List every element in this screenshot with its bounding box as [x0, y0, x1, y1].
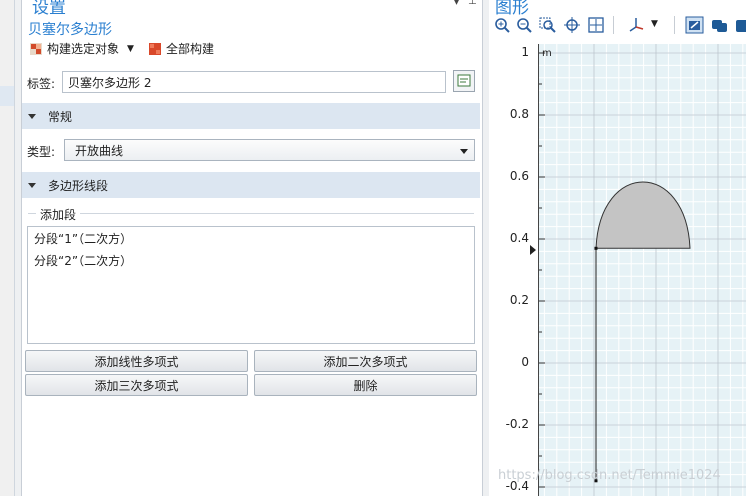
- selection-mode-icon[interactable]: [685, 15, 705, 35]
- watermark: https://blog.csdn.net/Temmie1024: [498, 468, 721, 483]
- chevron-down-icon[interactable]: ▼: [127, 44, 134, 54]
- note-icon: [457, 74, 471, 87]
- tree-selection[interactable]: [0, 86, 14, 106]
- add-quadratic-button[interactable]: 添加二次多项式: [254, 350, 477, 372]
- label-input[interactable]: [62, 71, 446, 93]
- zoom-out-icon[interactable]: [515, 15, 533, 35]
- add-cubic-button[interactable]: 添加三次多项式: [25, 374, 248, 396]
- panel-splitter[interactable]: [482, 0, 489, 496]
- chevron-down-icon[interactable]: ▼: [651, 19, 658, 29]
- build-selected-icon: [30, 42, 42, 55]
- segments-section-title: 多边形线段: [48, 178, 109, 193]
- build-all-label: 全部构建: [166, 42, 215, 56]
- bezier-dome-shape[interactable]: [595, 181, 691, 249]
- zoom-selected-icon[interactable]: [563, 15, 581, 35]
- add-segment-legend: 添加段: [36, 206, 81, 223]
- segments-section-header[interactable]: 多边形线段: [22, 172, 480, 198]
- node-type-title: 贝塞尔多边形: [28, 22, 112, 38]
- general-section-header[interactable]: 常规: [22, 103, 480, 129]
- collapse-triangle-icon: [28, 182, 36, 188]
- y-tick-label: 0.8: [509, 107, 529, 121]
- type-select[interactable]: 开放曲线: [64, 139, 475, 161]
- zoom-box-icon[interactable]: [539, 15, 557, 35]
- zoom-in-icon[interactable]: [493, 15, 511, 35]
- collapse-triangle-icon: [28, 113, 36, 119]
- build-all-icon: [149, 42, 161, 55]
- settings-panel: 设置 ▾ ⊥ 贝塞尔多边形 构建选定对象 ▼ 全部构建 标签: 常规 类型: 开…: [22, 0, 482, 496]
- pin-icon[interactable]: ⊥: [468, 0, 477, 7]
- add-linear-button[interactable]: 添加线性多项式: [25, 350, 248, 372]
- vertex-point[interactable]: [594, 246, 598, 250]
- boundary-select-icon[interactable]: [734, 15, 746, 35]
- toolbar-divider: [613, 16, 614, 34]
- type-select-value: 开放曲线: [75, 143, 124, 158]
- model-tree-strip: [0, 0, 15, 496]
- y-tick-label: -0.2: [505, 417, 529, 431]
- zoom-extents-icon[interactable]: [587, 15, 605, 35]
- domain-select-icon[interactable]: [710, 15, 730, 35]
- y-tick-label: 0: [521, 355, 529, 369]
- y-tick-label: 0.4: [509, 231, 529, 245]
- list-item[interactable]: 分段“2”（二次方）: [28, 251, 474, 271]
- graphics-panel: 图形 ▼ 1 0.8 0.6 0.4 0.2 0 -0.2 -0.4 m: [489, 0, 746, 496]
- axis-view-icon[interactable]: [627, 15, 645, 35]
- build-selected-button[interactable]: 构建选定对象 ▼: [30, 40, 134, 57]
- dropdown-arrow-icon: [460, 149, 468, 154]
- unit-label: m: [542, 48, 552, 59]
- axis-origin-marker: [530, 245, 536, 255]
- type-caption: 类型:: [27, 145, 56, 159]
- group-divider: [28, 213, 474, 214]
- list-item[interactable]: 分段“1”（二次方）: [28, 229, 474, 249]
- y-tick-label: 1: [521, 45, 529, 59]
- build-all-button[interactable]: 全部构建: [149, 40, 214, 57]
- y-tick-label: 0.6: [509, 169, 529, 183]
- y-tick-label: 0.2: [509, 293, 529, 307]
- settings-header: 设置: [32, 0, 66, 18]
- build-selected-label: 构建选定对象: [47, 42, 120, 56]
- segment-list[interactable]: 分段“1”（二次方） 分段“2”（二次方）: [27, 226, 475, 344]
- toolbar-divider: [674, 16, 675, 34]
- panel-menu-icon[interactable]: ▾: [454, 0, 459, 8]
- plot-area[interactable]: [538, 44, 746, 496]
- plot-svg: [539, 44, 746, 496]
- general-section-title: 常规: [48, 109, 73, 124]
- panel-splitter[interactable]: [15, 0, 22, 496]
- label-caption: 标签:: [27, 77, 56, 91]
- label-edit-button[interactable]: [453, 70, 475, 92]
- delete-button[interactable]: 删除: [254, 374, 477, 396]
